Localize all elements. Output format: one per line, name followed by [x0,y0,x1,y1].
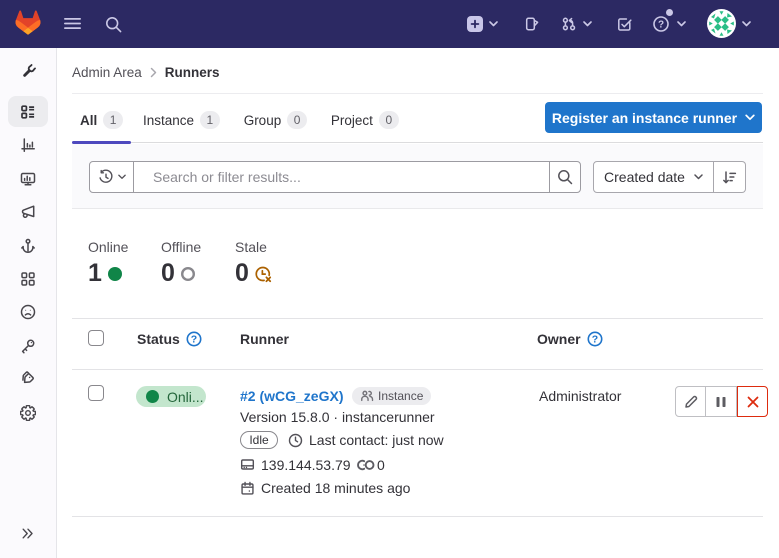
svg-text:?: ? [658,20,664,31]
svg-text:?: ? [191,333,197,345]
svg-text:?: ? [591,333,597,345]
